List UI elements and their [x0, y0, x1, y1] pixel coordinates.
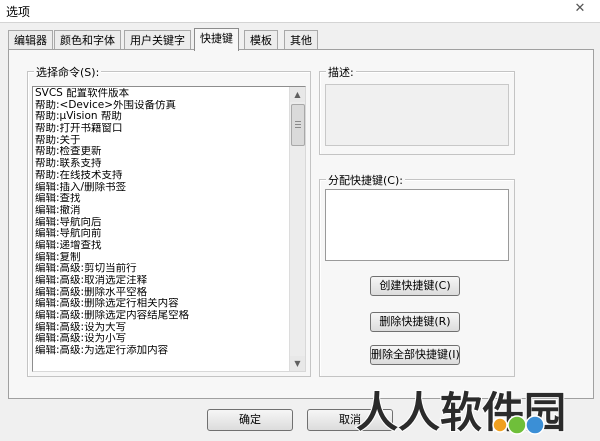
- tab-editor[interactable]: 编辑器: [8, 30, 53, 50]
- scroll-down-icon[interactable]: ▼: [290, 356, 305, 371]
- select-command-label: 选择命令(S):: [34, 64, 102, 80]
- command-list-item[interactable]: 编辑:插入/删除书签: [35, 182, 287, 194]
- command-list-item[interactable]: 编辑:导航向后: [35, 217, 287, 229]
- command-list-item[interactable]: 编辑:高级:剪切当前行: [35, 263, 287, 275]
- command-list-item[interactable]: 编辑:复制: [35, 252, 287, 264]
- command-list-items: SVCS 配置软件版本 帮助:<Device>外围设备仿真 帮助:µVision 帮…: [35, 88, 287, 357]
- tab-templates[interactable]: 模板: [244, 30, 278, 50]
- close-icon[interactable]: ✕: [568, 0, 592, 18]
- title-bar: 选项 ✕: [0, 0, 600, 23]
- command-list-item[interactable]: 编辑:高级:为选定行添加内容: [35, 345, 287, 357]
- command-list-item[interactable]: 编辑:高级:删除选定内容结尾空格: [35, 310, 287, 322]
- command-list-item[interactable]: 编辑:高级:取消选定注释: [35, 275, 287, 287]
- scroll-up-icon[interactable]: ▲: [290, 87, 305, 102]
- command-list-item[interactable]: 编辑:高级:删除选定行相关内容: [35, 298, 287, 310]
- vertical-scrollbar[interactable]: ▲ ▼: [289, 87, 305, 371]
- description-label: 描述:: [326, 64, 356, 80]
- description-group: 描述:: [319, 64, 515, 155]
- command-list-item[interactable]: 编辑:递增查找: [35, 240, 287, 252]
- tab-user-keywords[interactable]: 用户关键字: [124, 30, 191, 50]
- assign-shortcut-group: 分配快捷键(C): 创建快捷键(C) 删除快捷键(R) 删除全部快捷键(I): [319, 172, 515, 377]
- command-list[interactable]: SVCS 配置软件版本 帮助:<Device>外围设备仿真 帮助:µVision 帮…: [32, 86, 306, 372]
- description-box: [325, 84, 509, 146]
- command-list-item[interactable]: 帮助:打开书籍窗口: [35, 123, 287, 135]
- ok-button[interactable]: 确定: [207, 409, 293, 431]
- tab-colors-fonts[interactable]: 颜色和字体: [54, 30, 121, 50]
- tab-shortcuts[interactable]: 快捷键: [194, 28, 239, 51]
- command-list-item[interactable]: 帮助:关于: [35, 135, 287, 147]
- command-list-item[interactable]: 编辑:高级:设为小写: [35, 333, 287, 345]
- tab-panel-shortcuts: 选择命令(S): SVCS 配置软件版本 帮助:<Device>外围设备仿真 帮助:…: [8, 49, 594, 399]
- command-list-item[interactable]: 编辑:导航向前: [35, 228, 287, 240]
- command-list-item[interactable]: 编辑:查找: [35, 193, 287, 205]
- scroll-thumb[interactable]: [291, 104, 305, 146]
- delete-all-shortcuts-button[interactable]: 删除全部快捷键(I): [370, 345, 460, 365]
- tab-other[interactable]: 其他: [284, 30, 318, 50]
- create-shortcut-button[interactable]: 创建快捷键(C): [370, 276, 460, 296]
- window-title: 选项: [6, 5, 31, 19]
- command-list-item[interactable]: 编辑:高级:删除水平空格: [35, 287, 287, 299]
- command-list-item[interactable]: 帮助:联系支持: [35, 158, 287, 170]
- command-list-item[interactable]: 编辑:撤消: [35, 205, 287, 217]
- command-list-item[interactable]: 帮助:µVision 帮助: [35, 111, 287, 123]
- select-command-group: 选择命令(S): SVCS 配置软件版本 帮助:<Device>外围设备仿真 帮助:…: [27, 64, 311, 377]
- command-list-item[interactable]: 编辑:高级:设为大写: [35, 322, 287, 334]
- command-list-item[interactable]: 帮助:在线技术支持: [35, 170, 287, 182]
- command-list-item[interactable]: 帮助:检查更新: [35, 146, 287, 158]
- command-list-item[interactable]: SVCS 配置软件版本: [35, 88, 287, 100]
- assign-shortcut-label: 分配快捷键(C):: [326, 172, 405, 188]
- delete-shortcut-button[interactable]: 删除快捷键(R): [370, 312, 460, 332]
- cancel-button[interactable]: 取消: [307, 409, 393, 431]
- shortcut-key-input[interactable]: [325, 189, 509, 261]
- command-list-item[interactable]: 帮助:<Device>外围设备仿真: [35, 100, 287, 112]
